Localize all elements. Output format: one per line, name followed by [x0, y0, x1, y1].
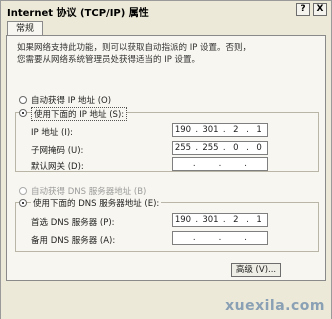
- description-line: 您需要从网络系统管理员处获得适当的 IP 设置。: [17, 55, 201, 65]
- title-bar: Internet 协议 (TCP/IP) 属性 ? X: [1, 1, 331, 19]
- window-title: Internet 协议 (TCP/IP) 属性: [7, 8, 149, 19]
- ip-address-input[interactable]: 190. 301. 2. 1: [172, 123, 268, 137]
- auto-ip-radio[interactable]: [19, 96, 27, 104]
- default-gateway-label: 默认网关 (D):: [31, 162, 84, 172]
- ip-address-label: IP 地址 (I):: [31, 128, 74, 138]
- auto-dns-radio[interactable]: [19, 187, 27, 195]
- alternate-dns-input[interactable]: . . .: [172, 231, 268, 245]
- subnet-mask-label: 子网掩码 (U):: [31, 146, 84, 156]
- description-text: 如果网络支持此功能，则可以获取自动指派的 IP 设置。否则， 您需要从网络系统管…: [17, 42, 317, 66]
- preferred-dns-input[interactable]: 190. 301. 2. 1: [172, 213, 268, 227]
- general-panel: 如果网络支持此功能，则可以获取自动指派的 IP 设置。否则， 您需要从网络系统管…: [6, 35, 326, 281]
- watermark-logo: xuexila.com: [225, 298, 325, 314]
- tab-general[interactable]: 常规: [7, 21, 43, 36]
- manual-dns-label: 使用下面的 DNS 服务器地址 (E):: [31, 197, 162, 209]
- help-button[interactable]: ?: [296, 3, 310, 16]
- alternate-dns-label: 备用 DNS 服务器 (A):: [31, 236, 116, 246]
- manual-dns-radio[interactable]: [19, 199, 27, 207]
- close-button[interactable]: X: [313, 3, 327, 16]
- advanced-button[interactable]: 高级 (V)...: [231, 263, 281, 277]
- manual-ip-label: 使用下面的 IP 地址 (S):: [31, 107, 128, 121]
- preferred-dns-label: 首选 DNS 服务器 (P):: [31, 218, 115, 228]
- subnet-mask-input[interactable]: 255. 255. 0. 0: [172, 141, 268, 155]
- auto-ip-label: 自动获得 IP 地址 (O): [31, 96, 112, 106]
- default-gateway-input[interactable]: . . .: [172, 157, 268, 171]
- tcpip-properties-dialog: Internet 协议 (TCP/IP) 属性 ? X 常规 如果网络支持此功能…: [0, 0, 332, 319]
- description-line: 如果网络支持此功能，则可以获取自动指派的 IP 设置。否则，: [17, 43, 252, 53]
- auto-dns-label: 自动获得 DNS 服务器地址 (B): [31, 187, 147, 197]
- manual-ip-radio[interactable]: [19, 109, 27, 117]
